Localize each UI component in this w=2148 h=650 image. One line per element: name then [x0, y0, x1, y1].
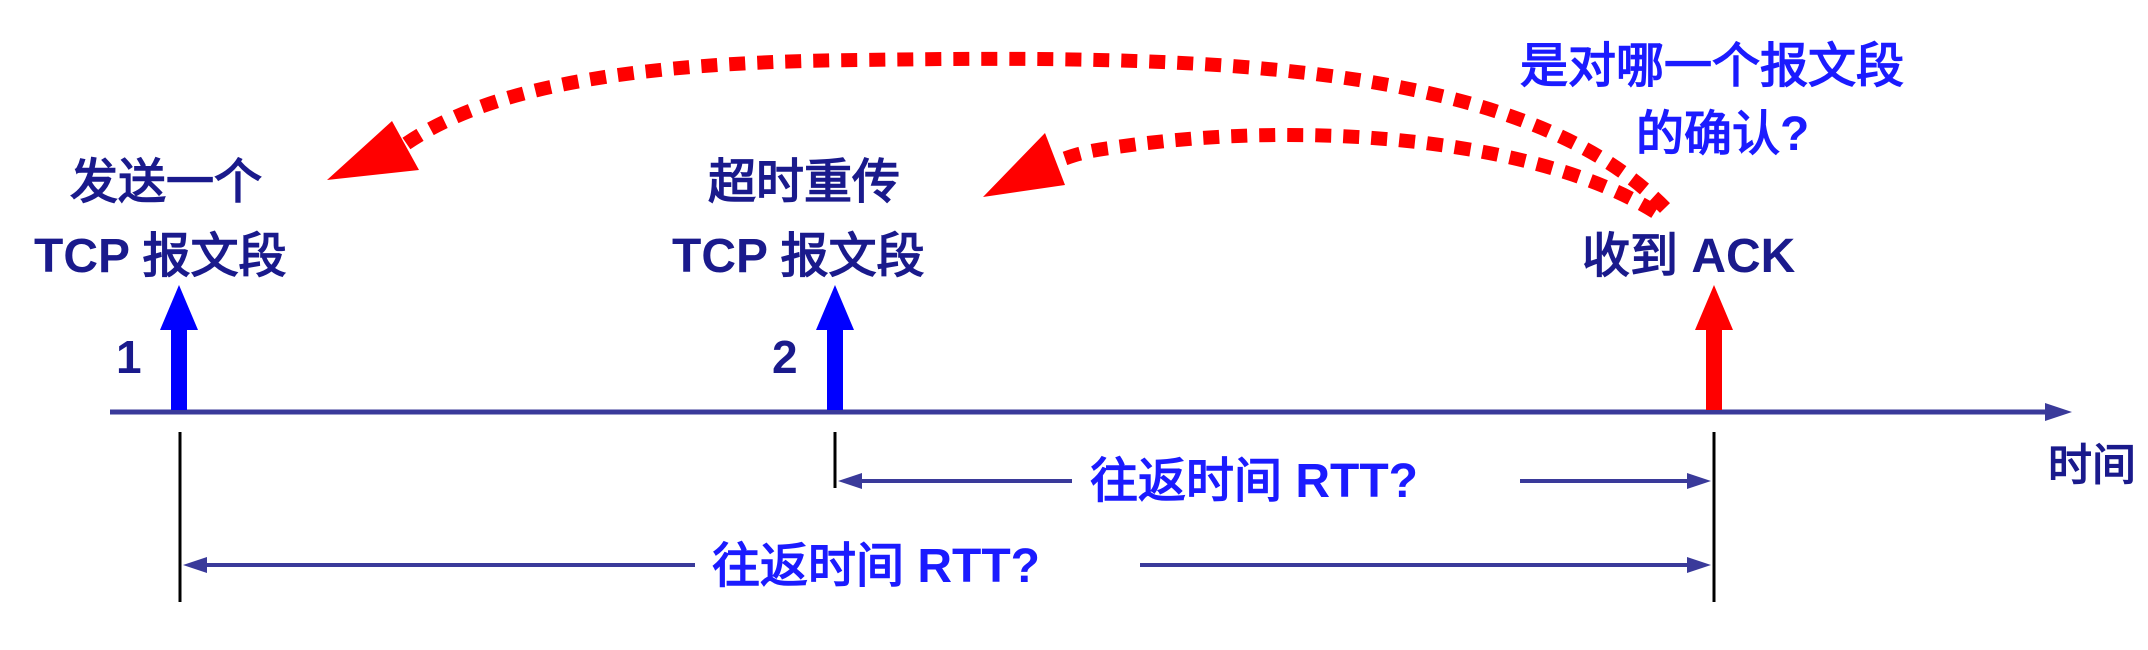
- ack-arrow: [1695, 285, 1733, 410]
- ack-label: 收到 ACK: [1582, 230, 1796, 283]
- event-1-label-line2: TCP 报文段: [34, 230, 286, 283]
- event-2-label-line2: TCP 报文段: [672, 230, 924, 283]
- rtt-ambiguity-diagram: 时间 1 2 发送一个 TCP 报文段 超时重传 TCP 报文段 收到 ACK …: [0, 0, 2148, 650]
- rtt-long-label: 往返时间 RTT?: [712, 540, 1040, 593]
- time-axis-arrowhead: [2045, 403, 2072, 421]
- question-line2: 的确认?: [1636, 108, 1809, 161]
- event-2-label-line1: 超时重传: [708, 156, 900, 209]
- event-1-number: 1: [116, 331, 142, 383]
- diagram-canvas: 时间 1 2 发送一个 TCP 报文段 超时重传 TCP 报文段 收到 ACK …: [34, 40, 2136, 602]
- event-1-arrow: [160, 285, 198, 410]
- time-axis-label: 时间: [2048, 441, 2136, 490]
- event-2-arrow: [816, 285, 854, 410]
- event-1-label-line1: 发送一个: [70, 156, 262, 209]
- question-line1: 是对哪一个报文段: [1520, 40, 1904, 93]
- rtt-short-label: 往返时间 RTT?: [1090, 455, 1418, 508]
- ack-to-event-2-arrowhead: [983, 133, 1065, 197]
- event-2-number: 2: [772, 331, 798, 383]
- ack-to-event-1-arrowhead: [327, 121, 419, 180]
